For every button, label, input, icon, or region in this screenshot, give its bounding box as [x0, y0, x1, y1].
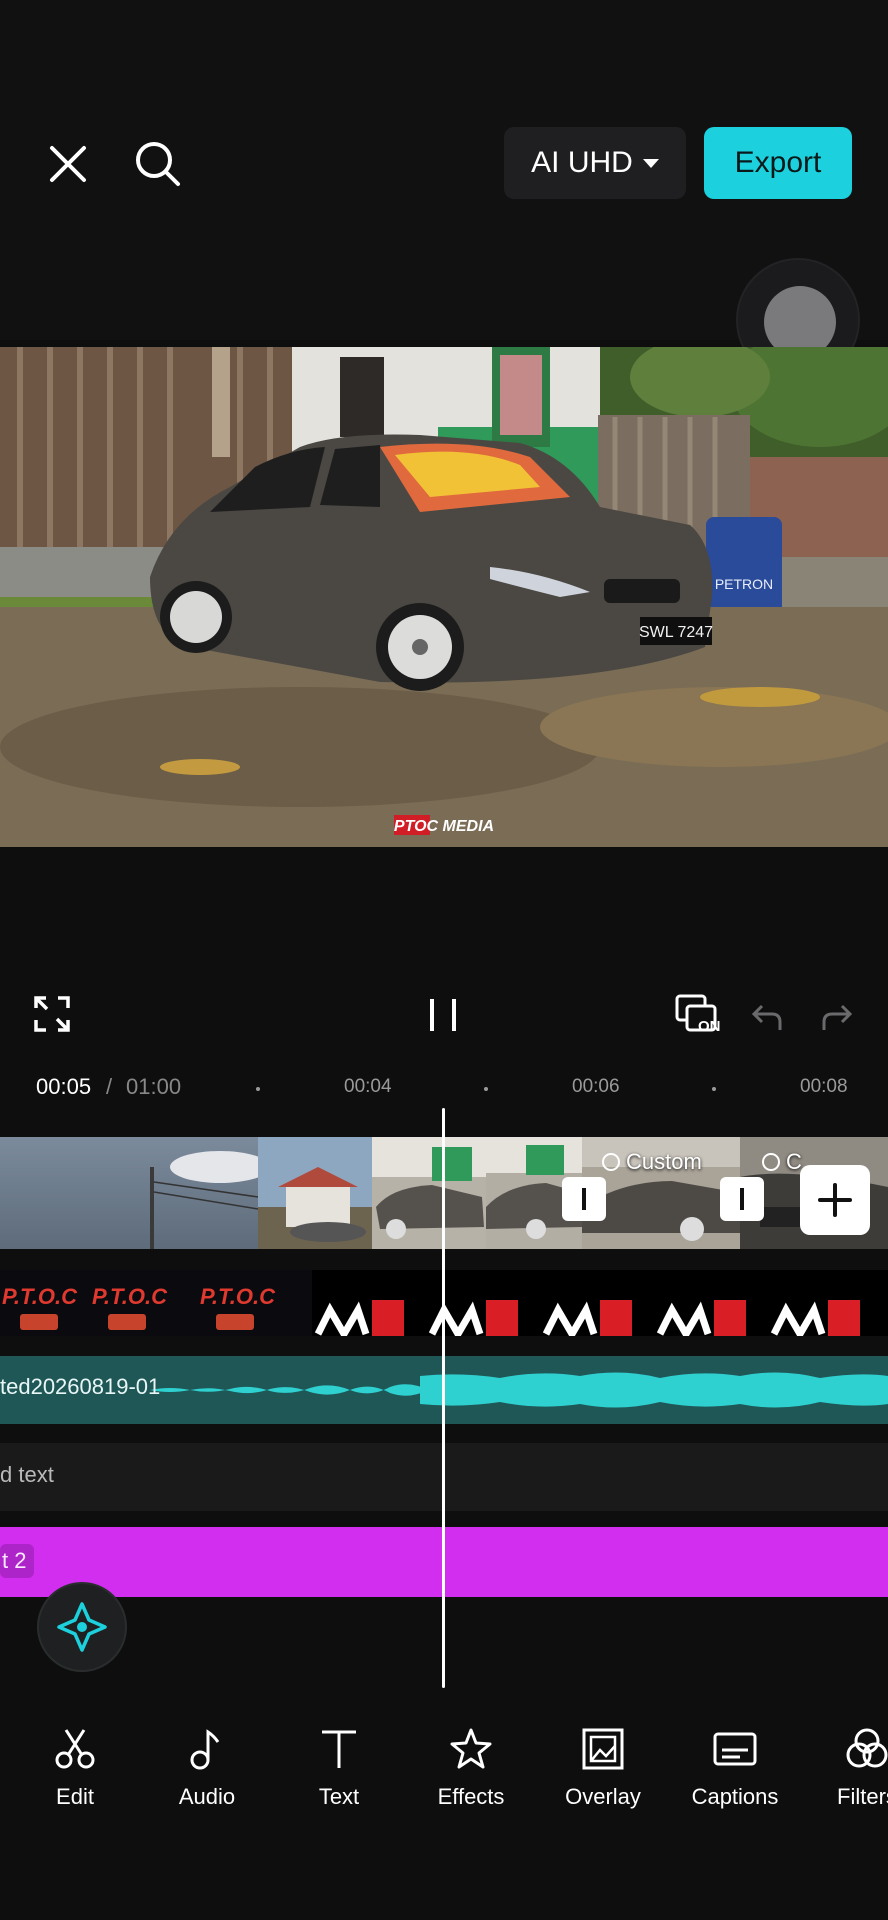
transition-label: Custom: [602, 1149, 702, 1175]
tick-dot: [484, 1087, 488, 1091]
current-time: 00:05: [36, 1074, 92, 1099]
filters-icon: [846, 1728, 888, 1768]
pause-button[interactable]: [426, 995, 462, 1035]
tool-label: Captions: [691, 1784, 779, 1809]
transition-marker[interactable]: [562, 1177, 606, 1221]
audio-clip-name: ted20260819-01: [0, 1374, 161, 1399]
redo-button[interactable]: [820, 1000, 854, 1034]
undo-button[interactable]: [750, 1000, 784, 1034]
close-button[interactable]: [40, 136, 96, 192]
search-button[interactable]: [130, 136, 186, 192]
tool-label: Edit: [56, 1784, 94, 1809]
sparkle-move-icon: [57, 1602, 107, 1652]
svg-text:P.T.O.C: P.T.O.C: [2, 1284, 78, 1309]
star-effects-icon: [450, 1728, 492, 1769]
undo-icon: [751, 1004, 782, 1030]
preview-watermark: PTOC MEDIA: [394, 818, 494, 835]
music-note-icon: [190, 1729, 220, 1770]
license-plate: SWL 7247: [639, 624, 713, 641]
svg-text:P.T.O.C: P.T.O.C: [92, 1284, 168, 1309]
plus-icon: [818, 1183, 852, 1217]
search-icon: [136, 142, 180, 186]
bottom-toolbar: Edit Audio Text Effects Overlay Captions…: [0, 1706, 888, 1920]
overlay-icon: [582, 1728, 624, 1770]
total-time: 01:00: [126, 1074, 182, 1099]
quality-label: AI UHD: [531, 146, 633, 179]
captions-icon: [713, 1732, 757, 1766]
pause-icon: [430, 999, 456, 1031]
clip-thumbnail: [372, 1137, 486, 1249]
effect-clip-name: t 2: [0, 1544, 35, 1578]
video-preview[interactable]: PETRON SWL 7247 PTOC MEDIA: [0, 347, 888, 847]
redo-icon: [822, 1004, 853, 1030]
export-button[interactable]: Export: [704, 127, 852, 199]
ruler-tick: 00:08: [800, 1076, 848, 1097]
tool-captions[interactable]: Captions: [670, 1726, 800, 1810]
barrel-sign: PETRON: [715, 576, 773, 592]
transition-label: C: [762, 1149, 802, 1175]
tool-label: Filters: [837, 1784, 888, 1809]
text-icon: [322, 1730, 356, 1768]
timer-icon: [762, 1153, 780, 1171]
tool-label: Text: [318, 1784, 360, 1809]
transition-marker[interactable]: [720, 1177, 764, 1221]
playhead[interactable]: [442, 1108, 445, 1688]
svg-text:P.T.O.C: P.T.O.C: [200, 1284, 276, 1309]
ruler-tick: 00:06: [572, 1076, 620, 1097]
tool-overlay[interactable]: Overlay: [538, 1726, 668, 1810]
tool-label: Overlay: [565, 1784, 641, 1809]
quality-dropdown[interactable]: AI UHD: [504, 127, 686, 199]
add-clip-button[interactable]: [800, 1165, 870, 1235]
chevron-down-icon: [642, 158, 659, 168]
tool-filters[interactable]: Filters: [802, 1726, 888, 1810]
tool-text[interactable]: Text: [274, 1726, 404, 1810]
text-clip-name: d text: [0, 1462, 54, 1487]
tool-label: Effects: [437, 1784, 505, 1809]
fullscreen-button[interactable]: [34, 996, 70, 1032]
keyframe-toggle[interactable]: ON: [674, 992, 726, 1040]
tool-label: Audio: [178, 1784, 236, 1809]
smart-tools-button[interactable]: [37, 1582, 127, 1672]
scissors-icon: [55, 1729, 95, 1769]
tick-dot: [712, 1087, 716, 1091]
keyframe-badge: ON: [698, 1018, 721, 1035]
tick-dot: [256, 1087, 260, 1091]
clip-thumbnail: [258, 1137, 372, 1249]
fullscreen-icon: [34, 996, 70, 1032]
time-separator: /: [106, 1074, 113, 1099]
tool-edit[interactable]: Edit: [10, 1726, 140, 1810]
close-icon: [50, 146, 86, 182]
tool-audio[interactable]: Audio: [142, 1726, 272, 1810]
clip-thumbnail: [0, 1137, 258, 1249]
ruler-tick: 00:04: [344, 1076, 392, 1097]
tool-effects[interactable]: Effects: [406, 1726, 536, 1810]
timer-icon: [602, 1153, 620, 1171]
preview-scene: PETRON SWL 7247 PTOC MEDIA: [0, 347, 888, 847]
